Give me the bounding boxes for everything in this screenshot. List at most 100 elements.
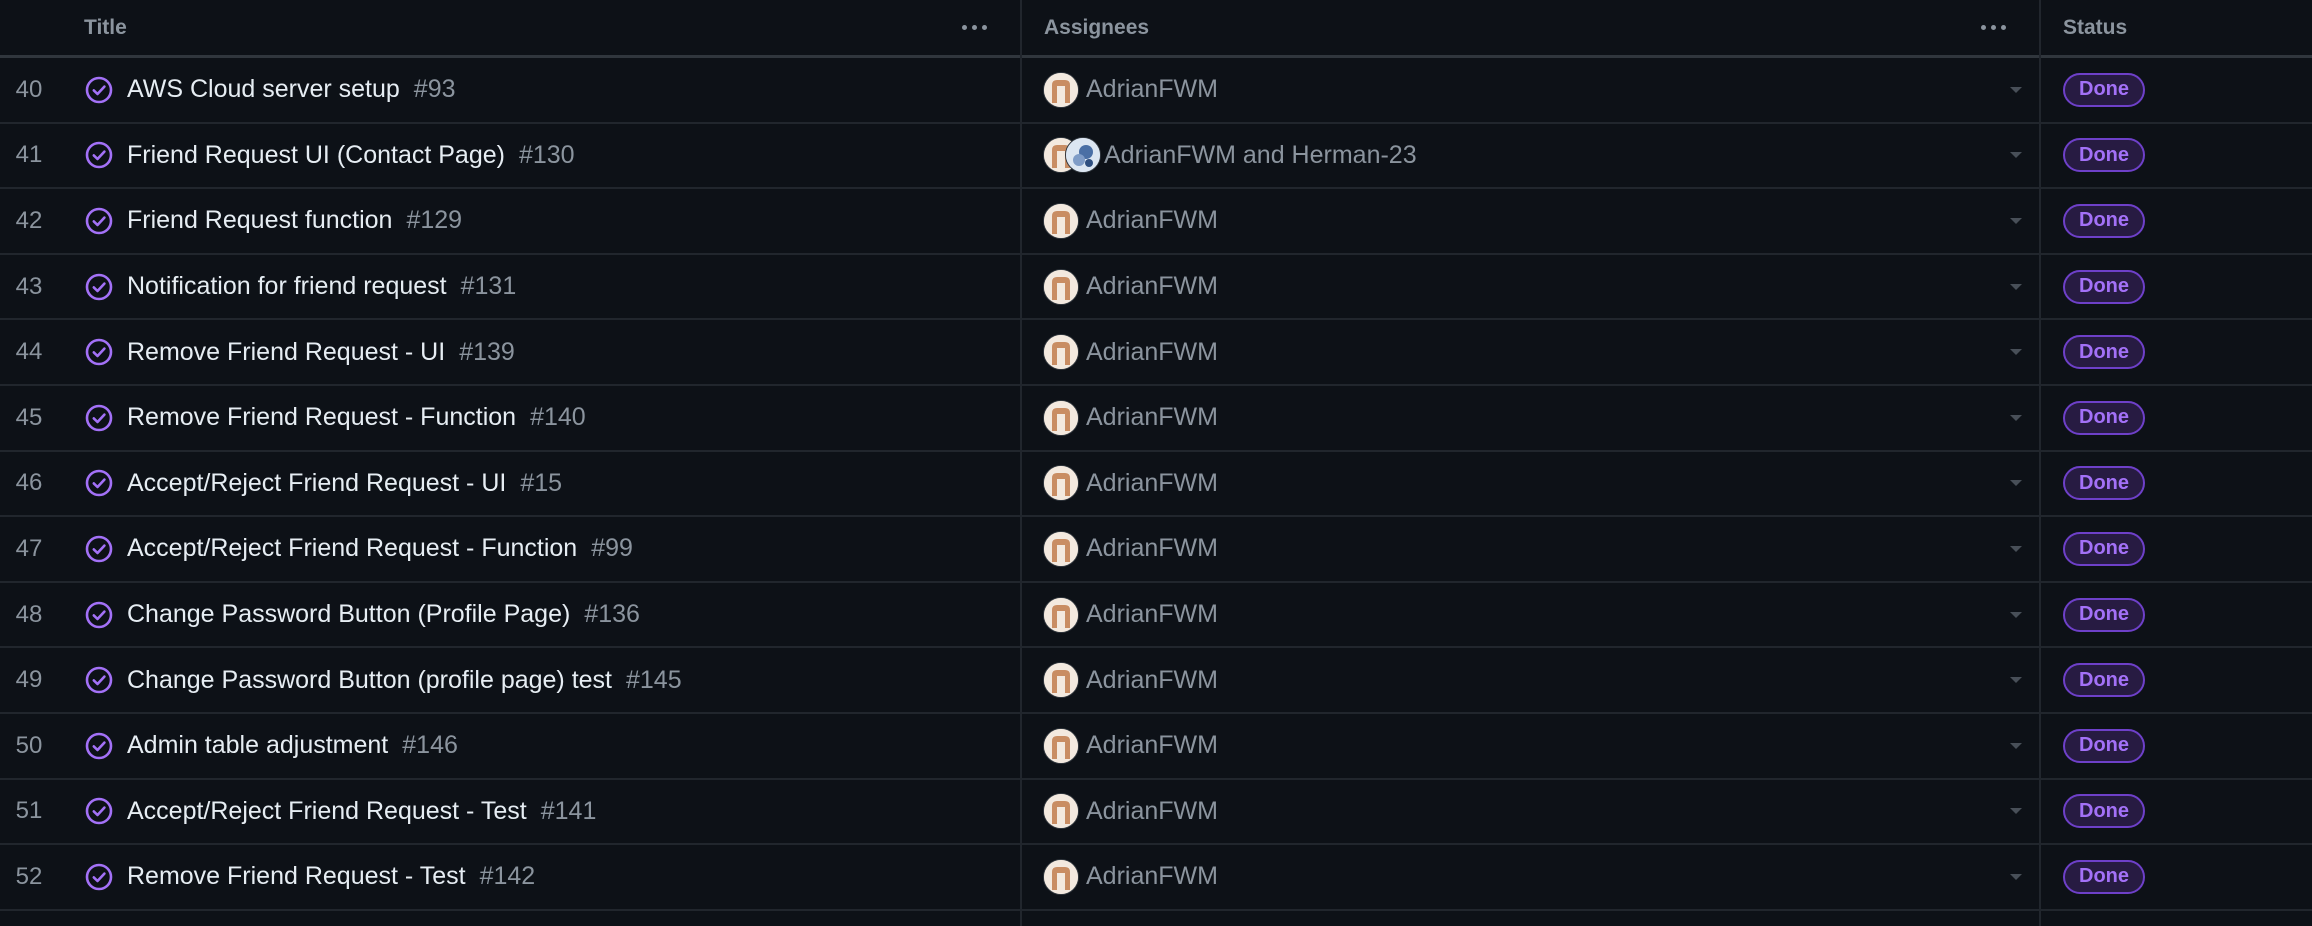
table-row[interactable]: 49 Change Password Button (profile page)…	[0, 648, 2312, 714]
table-row[interactable]: 46 Accept/Reject Friend Request - UI #15…	[0, 452, 2312, 518]
assignee-names[interactable]: AdrianFWM	[1086, 255, 1218, 319]
table-row[interactable]: 43 Notification for friend request #131 …	[0, 255, 2312, 321]
table-row[interactable]: 52 Remove Friend Request - Test #142 Adr…	[0, 845, 2312, 911]
avatar[interactable]	[1043, 268, 1079, 305]
status-badge[interactable]: Done	[2063, 728, 2145, 763]
avatar[interactable]	[1043, 858, 1079, 895]
avatar[interactable]	[1043, 399, 1079, 436]
issue-number[interactable]: #131	[461, 272, 517, 301]
status-badge[interactable]: Done	[2063, 400, 2145, 435]
assignees-dropdown-caret-icon[interactable]	[2010, 283, 2022, 290]
assignees-dropdown-caret-icon[interactable]	[2010, 808, 2022, 815]
assignees-dropdown-caret-icon[interactable]	[2010, 677, 2022, 684]
issue-title-link[interactable]: Remove Friend Request - UI #139	[127, 320, 515, 384]
avatar[interactable]	[1043, 71, 1079, 108]
assignee-avatars[interactable]	[1043, 662, 1079, 699]
issue-title[interactable]: AWS Cloud server setup	[127, 75, 400, 104]
status-badge[interactable]: Done	[2063, 466, 2145, 501]
avatar[interactable]	[1043, 465, 1079, 502]
assignee-avatars[interactable]	[1043, 268, 1079, 305]
issue-title-link[interactable]: Friend Request function #129	[127, 189, 462, 253]
assignee-avatars[interactable]	[1043, 399, 1079, 436]
assignee-names[interactable]: AdrianFWM	[1086, 648, 1218, 712]
assignee-names[interactable]: AdrianFWM	[1086, 58, 1218, 122]
table-row[interactable]: 41 Friend Request UI (Contact Page) #130…	[0, 124, 2312, 190]
status-badge[interactable]: Done	[2063, 138, 2145, 173]
status-badge[interactable]: Done	[2063, 203, 2145, 238]
table-row[interactable]: 48 Change Password Button (Profile Page)…	[0, 583, 2312, 649]
assignees-dropdown-caret-icon[interactable]	[2010, 349, 2022, 356]
table-row[interactable]: 51 Accept/Reject Friend Request - Test #…	[0, 780, 2312, 846]
assignee-names[interactable]: AdrianFWM	[1086, 714, 1218, 778]
assignee-names[interactable]: AdrianFWM	[1086, 780, 1218, 844]
issue-number[interactable]: #99	[591, 534, 633, 563]
issue-title-link[interactable]: Notification for friend request #131	[127, 255, 516, 319]
avatar[interactable]	[1043, 596, 1079, 633]
assignees-dropdown-caret-icon[interactable]	[2010, 545, 2022, 552]
assignee-names[interactable]: AdrianFWM	[1086, 189, 1218, 253]
status-badge[interactable]: Done	[2063, 531, 2145, 566]
assignee-names[interactable]: AdrianFWM and Herman-23	[1104, 124, 1417, 188]
assignees-column-menu-icon[interactable]	[1975, 14, 2011, 40]
issue-number[interactable]: #129	[406, 206, 462, 235]
avatar[interactable]	[1043, 334, 1079, 371]
issue-number[interactable]: #15	[520, 469, 562, 498]
issue-title[interactable]: Admin table adjustment	[127, 731, 388, 760]
issue-number[interactable]: #130	[519, 141, 575, 170]
table-row[interactable]: 40 AWS Cloud server setup #93 AdrianFWM …	[0, 58, 2312, 124]
column-header-title[interactable]: Title	[84, 0, 1022, 55]
status-badge[interactable]: Done	[2063, 794, 2145, 829]
assignees-dropdown-caret-icon[interactable]	[2010, 86, 2022, 93]
assignees-dropdown-caret-icon[interactable]	[2010, 873, 2022, 880]
issue-number[interactable]: #136	[584, 600, 640, 629]
issue-title[interactable]: Friend Request function	[127, 206, 392, 235]
issue-title-link[interactable]: Accept/Reject Friend Request - UI #15	[127, 452, 562, 516]
table-row[interactable]: 45 Remove Friend Request - Function #140…	[0, 386, 2312, 452]
avatar[interactable]	[1043, 202, 1079, 239]
assignees-dropdown-caret-icon[interactable]	[2010, 217, 2022, 224]
issue-title[interactable]: Change Password Button (profile page) te…	[127, 666, 612, 695]
avatar[interactable]	[1043, 793, 1079, 830]
issue-title[interactable]: Remove Friend Request - Test	[127, 862, 466, 891]
issue-number[interactable]: #146	[402, 731, 458, 760]
assignee-names[interactable]: AdrianFWM	[1086, 583, 1218, 647]
assignees-dropdown-caret-icon[interactable]	[2010, 480, 2022, 487]
assignee-avatars[interactable]	[1043, 202, 1079, 239]
assignee-avatars[interactable]	[1043, 858, 1079, 895]
issue-title[interactable]: Remove Friend Request - UI	[127, 338, 445, 367]
assignees-dropdown-caret-icon[interactable]	[2010, 611, 2022, 618]
assignee-names[interactable]: AdrianFWM	[1086, 386, 1218, 450]
assignee-avatars[interactable]	[1043, 334, 1079, 371]
issue-number[interactable]: #93	[414, 75, 456, 104]
status-badge[interactable]: Done	[2063, 597, 2145, 632]
avatar[interactable]	[1043, 530, 1079, 567]
issue-title[interactable]: Accept/Reject Friend Request - Function	[127, 534, 577, 563]
issue-title-link[interactable]: Change Password Button (profile page) te…	[127, 648, 682, 712]
avatar[interactable]	[1065, 137, 1101, 174]
issue-number[interactable]: #145	[626, 666, 682, 695]
status-badge[interactable]: Done	[2063, 663, 2145, 698]
issue-title[interactable]: Accept/Reject Friend Request - Test	[127, 797, 527, 826]
assignee-avatars[interactable]	[1043, 596, 1079, 633]
issue-title-link[interactable]: Remove Friend Request - Function #140	[127, 386, 586, 450]
assignee-avatars[interactable]	[1043, 727, 1079, 764]
issue-title-link[interactable]: AWS Cloud server setup #93	[127, 58, 456, 122]
issue-title[interactable]: Friend Request UI (Contact Page)	[127, 141, 505, 170]
issue-number[interactable]: #142	[480, 862, 536, 891]
issue-title-link[interactable]: Friend Request UI (Contact Page) #130	[127, 124, 575, 188]
assignee-names[interactable]: AdrianFWM	[1086, 845, 1218, 909]
avatar[interactable]	[1043, 727, 1079, 764]
table-row[interactable]: 47 Accept/Reject Friend Request - Functi…	[0, 517, 2312, 583]
assignees-dropdown-caret-icon[interactable]	[2010, 152, 2022, 159]
issue-title-link[interactable]: Remove Friend Request - Test #142	[127, 845, 535, 909]
issue-title[interactable]: Remove Friend Request - Function	[127, 403, 516, 432]
assignee-avatars[interactable]	[1043, 465, 1079, 502]
issue-number[interactable]: #140	[530, 403, 586, 432]
assignee-avatars[interactable]	[1043, 530, 1079, 567]
table-row[interactable]: 44 Remove Friend Request - UI #139 Adria…	[0, 320, 2312, 386]
issue-title-link[interactable]: Change Password Button (Profile Page) #1…	[127, 583, 640, 647]
assignees-dropdown-caret-icon[interactable]	[2010, 742, 2022, 749]
status-badge[interactable]: Done	[2063, 269, 2145, 304]
assignee-avatars[interactable]	[1043, 793, 1079, 830]
status-badge[interactable]: Done	[2063, 72, 2145, 107]
